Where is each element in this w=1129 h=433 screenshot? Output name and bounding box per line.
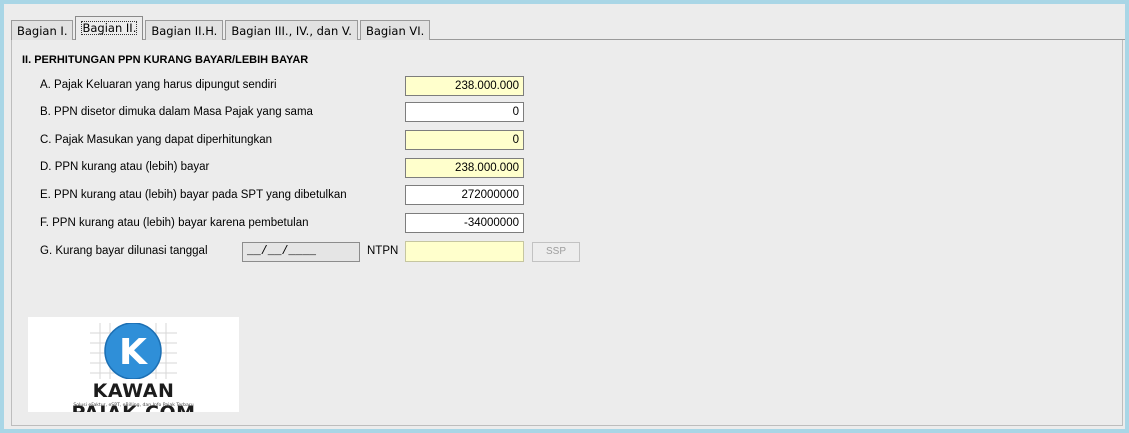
row-c-label: C. Pajak Masukan yang dapat diperhitungk…: [40, 134, 273, 146]
payment-date-field[interactable]: __/__/____: [242, 242, 360, 262]
row-e-label: E. PPN kurang atau (lebih) bayar pada SP…: [40, 189, 347, 201]
tab-bagian-i[interactable]: Bagian I.: [11, 20, 74, 40]
tab-bagian-ii-h[interactable]: Bagian II.H.: [145, 20, 224, 40]
tab-bagian-vi[interactable]: Bagian VI.: [359, 20, 431, 40]
tab-bagian-iii-iv-v[interactable]: Bagian III., IV., dan V.: [225, 20, 358, 40]
row-a-field: 238.000.000: [405, 76, 524, 96]
row-a-label: A. Pajak Keluaran yang harus dipungut se…: [40, 79, 277, 91]
row-f-label: F. PPN kurang atau (lebih) bayar karena …: [40, 217, 309, 229]
svg-text:K: K: [119, 332, 148, 373]
tab-bagian-ii-label: Bagian II.: [81, 21, 138, 35]
row-d-field: 238.000.000: [405, 158, 524, 178]
application-window: Bagian I. Bagian II. Bagian II.H. Bagian…: [4, 4, 1125, 429]
logo-k-icon: K: [90, 323, 177, 379]
section-title: II. PERHITUNGAN PPN KURANG BAYAR/LEBIH B…: [22, 54, 309, 66]
row-b-field[interactable]: 0: [405, 102, 524, 122]
row-f-field[interactable]: -34000000: [405, 213, 524, 233]
row-g-label: G. Kurang bayar dilunasi tanggal: [40, 245, 208, 257]
row-b-label: B. PPN disetor dimuka dalam Masa Pajak y…: [40, 106, 313, 118]
kawan-pajak-logo: K KAWAN PAJAK.COM Solusi eFaktur, eSPT, …: [28, 317, 239, 412]
ntpn-field[interactable]: [405, 241, 524, 262]
tab-bagian-ii[interactable]: Bagian II.: [75, 16, 144, 40]
ssp-button[interactable]: SSP: [532, 242, 580, 262]
row-c-field: 0: [405, 130, 524, 150]
tab-strip: Bagian I. Bagian II. Bagian II.H. Bagian…: [11, 16, 432, 40]
logo-tagline: Solusi eFaktur, eSPT, eBilling, dan Info…: [73, 403, 194, 408]
row-e-field[interactable]: 272000000: [405, 185, 524, 205]
ntpn-label: NTPN: [367, 245, 399, 257]
row-d-label: D. PPN kurang atau (lebih) bayar: [40, 161, 210, 173]
